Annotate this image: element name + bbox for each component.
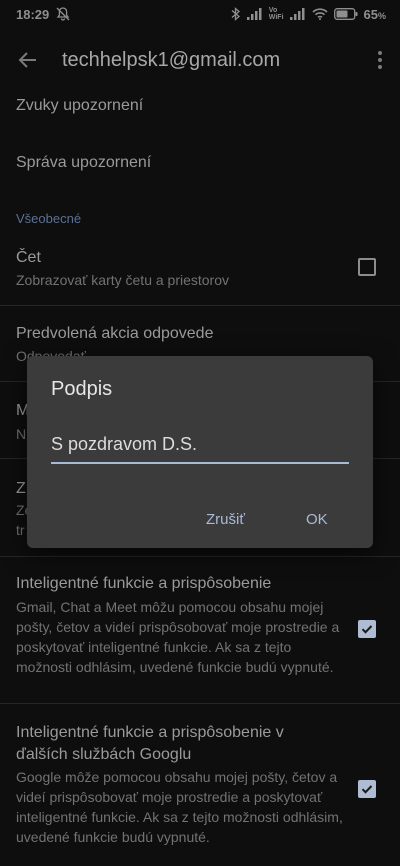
back-arrow-icon[interactable] [16, 48, 40, 72]
chat-setting-subtitle: Zobrazovať karty četu a priestorov [16, 272, 230, 288]
battery-icon [333, 8, 358, 20]
smart-features-google-subtitle: Google môže pomocou obsahu mojej pošty, … [16, 769, 343, 845]
default-reply-title: Predvolená akcia odpovede [16, 325, 214, 342]
notification-sounds-item[interactable]: Zvuky upozornení [16, 97, 143, 115]
app-bar: techhelpsk1@gmail.com [0, 36, 400, 84]
bluetooth-icon [231, 7, 240, 21]
divider [0, 703, 400, 704]
more-vert-icon[interactable] [376, 49, 384, 71]
manage-notifications-item[interactable]: Správa upozornení [16, 154, 151, 172]
signature-input[interactable]: S pozdravom D.S. [51, 434, 349, 464]
cancel-button[interactable]: Zrušiť [206, 511, 245, 528]
section-general-label: Všeobecné [16, 211, 82, 226]
smart-features-google-checkbox[interactable] [358, 780, 376, 798]
battery-level: 65% [364, 7, 386, 22]
status-time: 18:29 [16, 6, 50, 22]
signal-icon [246, 8, 262, 20]
account-title: techhelpsk1@gmail.com [62, 49, 281, 71]
vowifi-label-bottom: WiFi [268, 14, 284, 21]
smart-features-subtitle: Gmail, Chat a Meet môžu pomocou obsahu m… [16, 599, 340, 675]
battery-percent-sign: % [377, 10, 386, 21]
status-bar: 18:29 Vo WiFi 65% [0, 0, 400, 28]
vowifi-icon: Vo WiFi [269, 7, 284, 21]
vowifi-label-top: Vo [268, 7, 278, 14]
smart-features-google-title: Inteligentné funkcie a prispôsobenie v ď… [16, 724, 284, 763]
smart-features-checkbox[interactable] [358, 620, 376, 638]
chat-setting-title: Čet [16, 249, 41, 266]
dialog-title: Podpis [51, 378, 113, 400]
battery-percent: 65 [363, 6, 378, 22]
divider [0, 305, 400, 306]
chat-checkbox[interactable] [358, 258, 376, 276]
divider [0, 556, 400, 557]
smart-features-title: Inteligentné funkcie a prispôsobenie [16, 575, 272, 592]
mute-bell-icon [56, 7, 70, 21]
ok-button[interactable]: OK [306, 511, 328, 528]
partial-row-title-2: Z [16, 480, 26, 497]
check-icon [361, 785, 373, 794]
check-icon [361, 625, 373, 634]
signature-dialog: Podpis S pozdravom D.S. Zrušiť OK [27, 356, 373, 548]
wifi-icon [311, 8, 328, 20]
signal-icon-2 [289, 8, 305, 20]
